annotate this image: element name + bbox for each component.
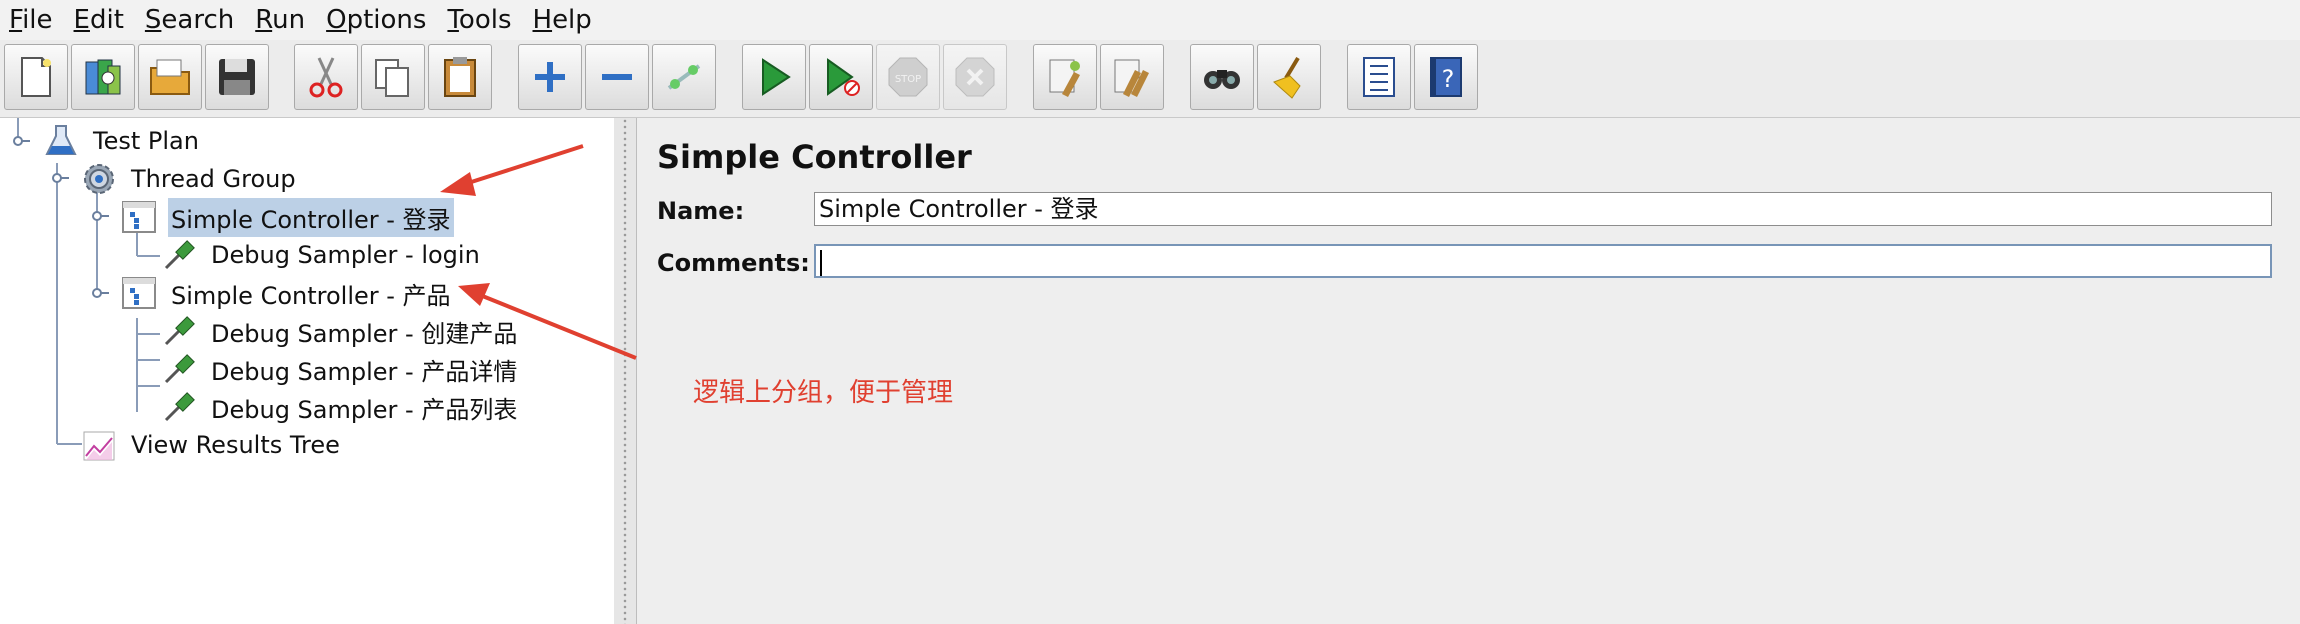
annotation-text: 逻辑上分组，便于管理 — [693, 378, 954, 408]
menu-file[interactable]: File — [0, 0, 65, 40]
open-icon — [150, 59, 190, 95]
tree-node-debug-sampler-product-detail[interactable]: Debug Sampler - 产品详情 — [160, 350, 520, 388]
toggle-button[interactable] — [652, 44, 716, 110]
toolbar: STOP ? — [0, 40, 2300, 118]
tree-node-debug-sampler-create-product[interactable]: Debug Sampler - 创建产品 — [160, 312, 520, 350]
clear-all-button[interactable] — [1100, 44, 1164, 110]
help-button[interactable]: ? — [1414, 44, 1478, 110]
stop-icon: STOP — [888, 57, 928, 97]
tree-node-debug-sampler-login[interactable]: Debug Sampler - login — [160, 236, 483, 274]
clear-button[interactable] — [1033, 44, 1097, 110]
start-button[interactable] — [742, 44, 806, 110]
test-plan-tree: Test Plan Thread Group Simple Controller… — [0, 118, 615, 624]
menu-edit[interactable]: Edit — [65, 0, 136, 40]
start-no-pauses-button[interactable] — [809, 44, 873, 110]
tree-node-thread-group[interactable]: Thread Group — [80, 160, 299, 198]
comments-field[interactable] — [814, 244, 2272, 278]
start-icon — [762, 58, 791, 96]
paste-icon — [444, 57, 476, 97]
clear-all-icon — [1114, 59, 1149, 97]
cut-icon — [309, 57, 343, 98]
shutdown-button[interactable] — [943, 44, 1007, 110]
pipette-icon — [160, 312, 198, 350]
text-caret — [820, 250, 822, 276]
editor-title: Simple Controller — [657, 138, 972, 176]
svg-text:?: ? — [1442, 65, 1455, 93]
controller-icon — [120, 274, 158, 312]
open-button[interactable] — [138, 44, 202, 110]
paste-button[interactable] — [428, 44, 492, 110]
collapse-icon — [602, 74, 632, 80]
menu-options[interactable]: Options — [317, 0, 438, 40]
search-icon — [1204, 70, 1240, 89]
help-icon: ? — [1430, 57, 1462, 97]
search-button[interactable] — [1190, 44, 1254, 110]
shutdown-icon — [955, 57, 995, 97]
toggle-icon — [667, 64, 701, 90]
name-field[interactable]: Simple Controller - 登录 — [814, 192, 2272, 226]
element-editor: Simple Controller Name: Simple Controlle… — [637, 118, 2300, 624]
menu-help[interactable]: Help — [524, 0, 604, 40]
stop-button[interactable]: STOP — [876, 44, 940, 110]
clear-icon — [1049, 59, 1080, 97]
tree-node-debug-sampler-product-list[interactable]: Debug Sampler - 产品列表 — [160, 388, 520, 426]
new-button[interactable] — [4, 44, 68, 110]
reset-search-icon — [1273, 56, 1301, 99]
function-helper-button[interactable] — [1347, 44, 1411, 110]
save-button[interactable] — [205, 44, 269, 110]
save-icon — [219, 59, 255, 95]
pipette-icon — [160, 388, 198, 426]
reset-search-button[interactable] — [1257, 44, 1321, 110]
menu-search[interactable]: Search — [136, 0, 246, 40]
pipette-icon — [160, 236, 198, 274]
cut-button[interactable] — [294, 44, 358, 110]
copy-icon — [375, 59, 409, 97]
tree-node-simple-controller-product[interactable]: Simple Controller - 产品 — [120, 274, 454, 312]
comments-label: Comments: — [657, 249, 810, 277]
controller-icon — [120, 198, 158, 236]
flask-icon — [42, 122, 80, 160]
function-helper-icon — [1363, 57, 1395, 97]
chart-icon — [80, 426, 118, 464]
new-icon — [21, 57, 51, 97]
menu-bar: File Edit Search Run Options Tools Help — [0, 0, 2300, 40]
gear-icon — [80, 160, 118, 198]
templates-button[interactable] — [71, 44, 135, 110]
name-label: Name: — [657, 197, 745, 225]
splitter-grip[interactable] — [622, 118, 628, 624]
pane-splitter[interactable] — [614, 118, 637, 624]
collapse-button[interactable] — [585, 44, 649, 110]
tree-node-simple-controller-login[interactable]: Simple Controller - 登录 — [120, 197, 454, 237]
copy-button[interactable] — [361, 44, 425, 110]
svg-text:STOP: STOP — [895, 74, 921, 85]
expand-icon — [535, 62, 565, 92]
start-no-pause-icon — [827, 58, 860, 96]
menu-run[interactable]: Run — [246, 0, 317, 40]
templates-icon — [85, 59, 121, 95]
tree-node-view-results-tree[interactable]: View Results Tree — [80, 426, 343, 464]
menu-tools[interactable]: Tools — [438, 0, 523, 40]
pipette-icon — [160, 350, 198, 388]
expand-button[interactable] — [518, 44, 582, 110]
tree-node-test-plan[interactable]: Test Plan — [42, 122, 202, 160]
